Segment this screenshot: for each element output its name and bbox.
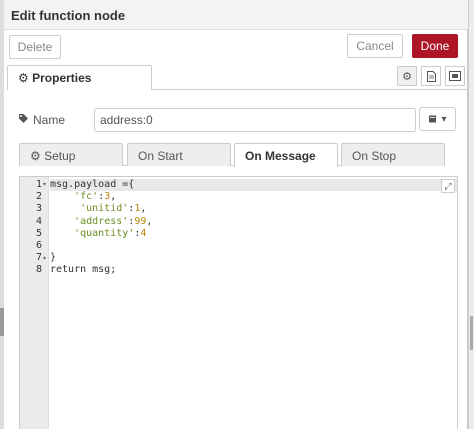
gear-icon: ⚙ xyxy=(402,70,412,83)
tab-setup[interactable]: ⚙ Setup xyxy=(19,143,123,166)
done-button[interactable]: Done xyxy=(412,34,458,58)
line-number: 6 xyxy=(35,240,42,251)
line-number: 4 xyxy=(35,215,42,227)
tab-setup-label: Setup xyxy=(44,149,76,163)
chevron-down-icon: ▾ xyxy=(441,113,447,125)
line-number: 3 xyxy=(35,203,42,215)
edit-tray: Edit function node Delete Cancel Done ⚙ … xyxy=(4,0,468,429)
code-line[interactable]: } xyxy=(50,252,56,264)
code-line[interactable]: return msg; xyxy=(50,264,116,276)
tab-on-start[interactable]: On Start xyxy=(127,143,231,166)
line-number: 1 xyxy=(35,179,42,190)
code-editor[interactable]: 1 ▾ 2 3 4 5 6 7 ▴ 8 msg.payload ={ 'fc':3, 'uniti… xyxy=(19,176,458,429)
name-label: Name xyxy=(18,113,65,127)
line-number: 5 xyxy=(35,227,42,239)
properties-tab-icon[interactable]: ⚙ xyxy=(397,66,417,86)
line-number-gutter: 1 ▾ 2 3 4 5 6 7 ▴ 8 xyxy=(20,177,49,429)
tab-properties-content: ⚙ Properties xyxy=(18,71,91,85)
fold-toggle-icon[interactable]: ▴ xyxy=(43,252,46,264)
tab-on-message[interactable]: On Message xyxy=(234,143,338,167)
tab-on-stop[interactable]: On Stop xyxy=(341,143,445,166)
code-line[interactable]: msg.payload ={ xyxy=(50,179,457,191)
cancel-button[interactable]: Cancel xyxy=(347,34,403,58)
layout-icon xyxy=(449,71,461,81)
tab-on-start-label: On Start xyxy=(138,149,183,163)
tray-header: Edit function node xyxy=(4,0,468,30)
line-number: 7 xyxy=(35,252,42,264)
fold-toggle-icon[interactable]: ▾ xyxy=(43,179,46,191)
line-number: 8 xyxy=(35,264,42,276)
gear-icon: ⚙ xyxy=(30,149,45,163)
code-line[interactable]: 'address':99, xyxy=(50,216,152,228)
tag-icon xyxy=(18,113,29,127)
expand-icon: ⤢ xyxy=(444,180,452,191)
tab-on-message-label: On Message xyxy=(245,149,316,163)
tab-on-stop-label: On Stop xyxy=(352,149,397,163)
tab-properties-label: Properties xyxy=(32,71,92,85)
name-input[interactable] xyxy=(94,108,416,132)
expand-editor-button[interactable]: ⤢ xyxy=(441,179,455,193)
code-line[interactable]: 'unitid':1, xyxy=(50,203,146,215)
appearance-tab-icon[interactable] xyxy=(445,66,465,86)
description-tab-icon[interactable] xyxy=(421,66,441,86)
tab-properties[interactable]: ⚙ Properties xyxy=(7,65,152,90)
document-icon xyxy=(426,70,436,82)
code-area[interactable]: msg.payload ={ 'fc':3, 'unitid':1, 'addr… xyxy=(50,177,457,429)
scrollbar[interactable] xyxy=(468,0,474,429)
name-label-text: Name xyxy=(33,113,66,127)
code-line[interactable]: 'quantity':4 xyxy=(50,228,146,240)
gear-icon: ⚙ xyxy=(18,71,29,85)
line-number: 2 xyxy=(35,191,42,203)
delete-button[interactable]: Delete xyxy=(9,35,61,59)
book-icon xyxy=(429,115,437,123)
icon-select-button[interactable]: ▾ xyxy=(419,107,456,131)
tray-title: Edit function node xyxy=(11,8,126,23)
code-line[interactable]: 'fc':3, xyxy=(50,191,116,203)
tabs-divider xyxy=(152,89,468,90)
